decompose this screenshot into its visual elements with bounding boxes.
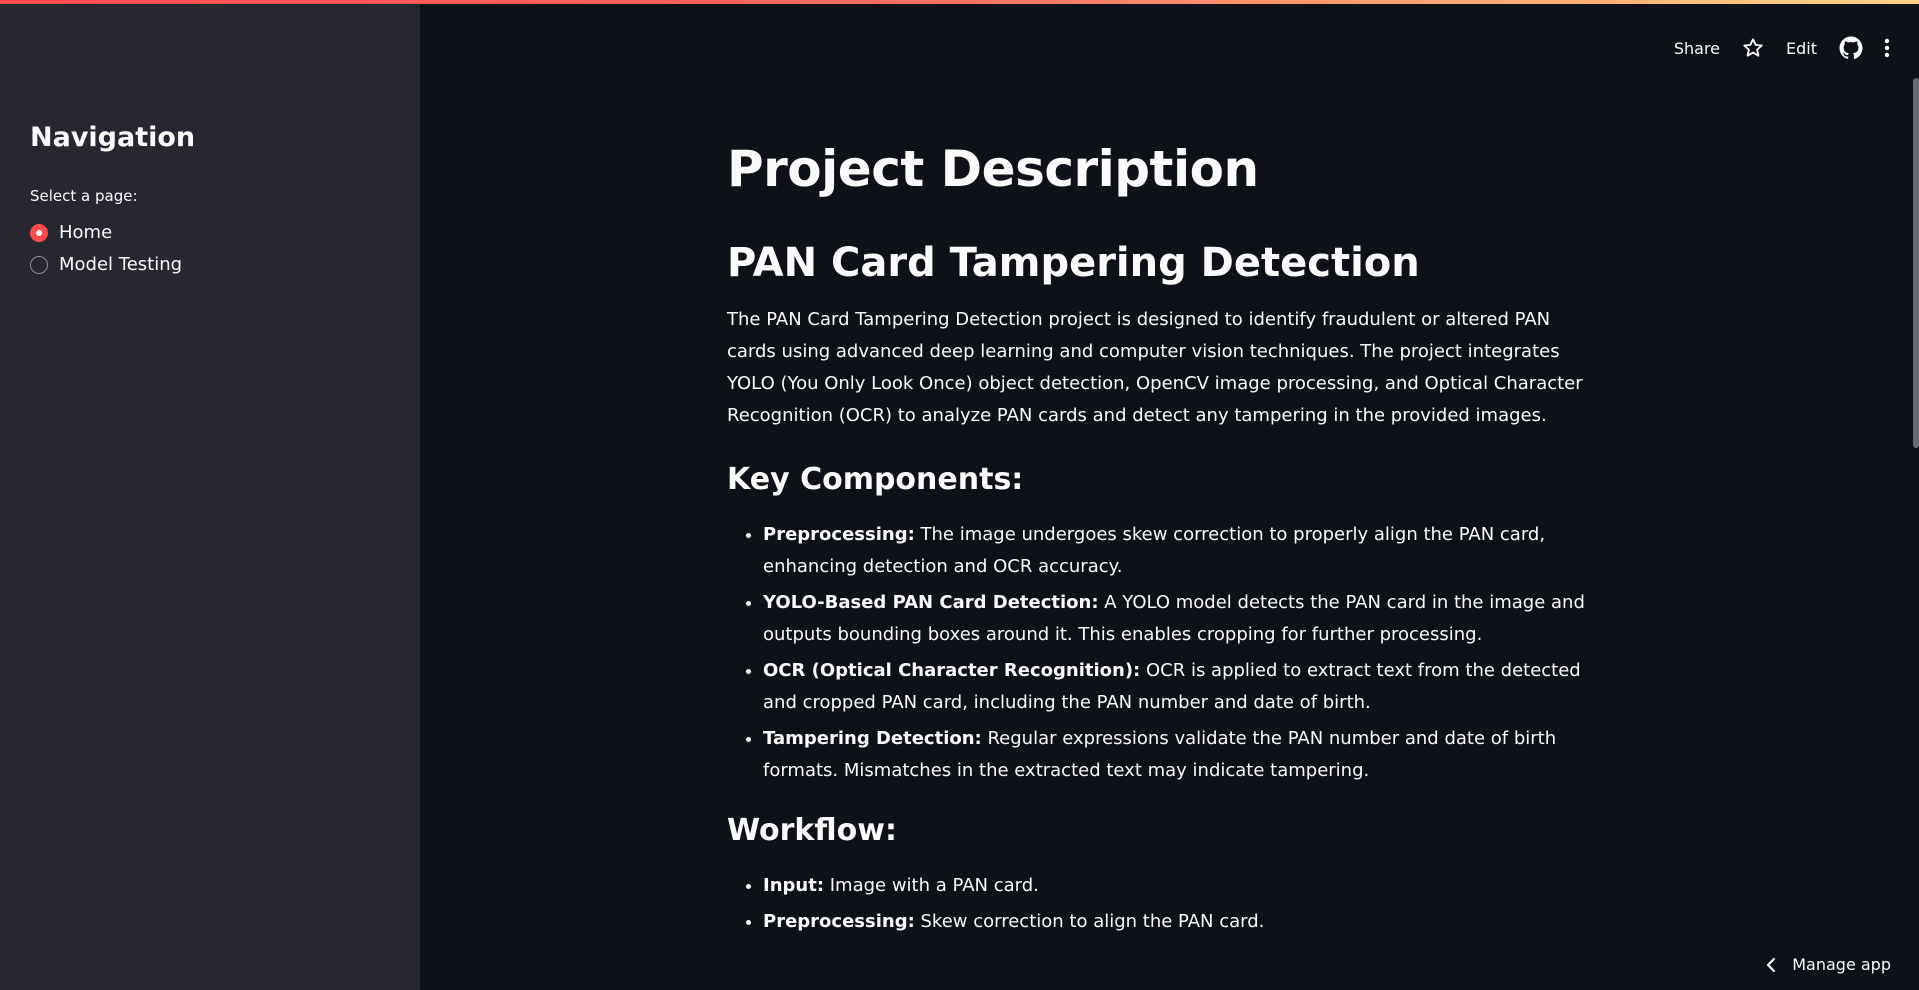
page-title: Project Description	[727, 140, 1259, 198]
list-item-desc: Skew correction to align the PAN card.	[914, 911, 1265, 932]
intro-paragraph: The PAN Card Tampering Detection project…	[727, 309, 1583, 426]
list-item: Tampering Detection: Regular expressions…	[763, 723, 1597, 787]
radio-option-home[interactable]: Home	[30, 222, 112, 243]
scrollbar[interactable]	[1913, 78, 1919, 448]
workflow-heading: Workflow:	[727, 813, 897, 848]
star-icon[interactable]	[1742, 37, 1764, 59]
list-item-term: Preprocessing:	[763, 524, 915, 545]
radio-option-model-testing[interactable]: Model Testing	[30, 254, 182, 275]
list-item-term: YOLO-Based PAN Card Detection:	[763, 592, 1099, 613]
list-item-term: Input:	[763, 875, 825, 896]
manage-app-label: Manage app	[1792, 955, 1891, 974]
list-item: Input: Image with a PAN card.	[763, 870, 1597, 902]
list-item: Preprocessing: The image undergoes skew …	[763, 519, 1597, 583]
chevron-left-icon	[1766, 957, 1776, 973]
header-toolbar: Share Edit	[1674, 32, 1891, 64]
list-item: OCR (Optical Character Recognition): OCR…	[763, 655, 1597, 719]
list-item: Preprocessing: Skew correction to align …	[763, 906, 1597, 938]
key-components-list: Preprocessing: The image undergoes skew …	[727, 519, 1597, 787]
list-item-desc: Image with a PAN card.	[824, 875, 1039, 896]
radio-checked-icon[interactable]	[30, 223, 48, 242]
list-item-term: OCR (Optical Character Recognition):	[763, 660, 1141, 681]
list-item: YOLO-Based PAN Card Detection: A YOLO mo…	[763, 587, 1597, 651]
sidebar-title: Navigation	[30, 122, 196, 153]
radio-unchecked-icon[interactable]	[30, 255, 48, 274]
sidebar: Navigation Select a page: Home Model Tes…	[0, 0, 420, 990]
edit-button[interactable]: Edit	[1786, 39, 1817, 58]
list-item-term: Preprocessing:	[763, 911, 915, 932]
workflow-list: Input: Image with a PAN card. Preprocess…	[727, 870, 1597, 938]
section-title: PAN Card Tampering Detection	[727, 240, 1420, 286]
main-content: Project Description PAN Card Tampering D…	[727, 140, 1597, 942]
radio-label-home: Home	[59, 222, 113, 243]
github-icon[interactable]	[1839, 36, 1863, 60]
more-vertical-icon[interactable]	[1883, 37, 1891, 59]
select-page-label: Select a page:	[30, 187, 138, 205]
radio-label-model-testing: Model Testing	[59, 254, 183, 275]
manage-app-button[interactable]: Manage app	[1766, 955, 1891, 974]
list-item-term: Tampering Detection:	[763, 728, 982, 749]
key-components-heading: Key Components:	[727, 462, 1024, 497]
top-decoration-bar	[0, 0, 1919, 4]
share-button[interactable]: Share	[1674, 39, 1720, 58]
